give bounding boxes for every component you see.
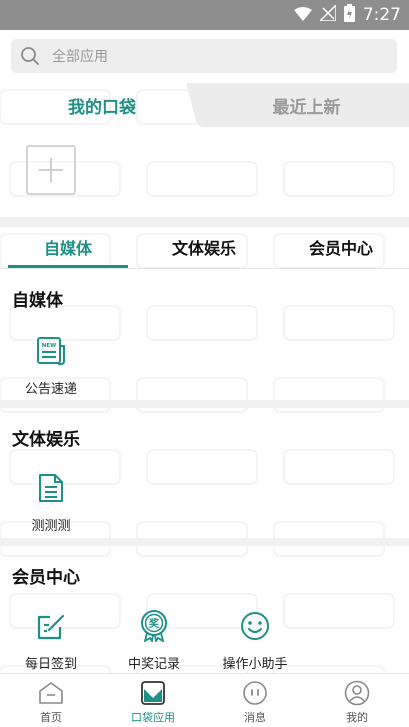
home-icon xyxy=(38,680,64,706)
search-bar[interactable]: 全部应用 xyxy=(11,39,397,73)
pocket-icon xyxy=(140,680,166,706)
my-pocket-area xyxy=(0,127,409,217)
award-badge-text: 奖 xyxy=(149,617,160,630)
pocket-tabs: 我的口袋 最近上新 xyxy=(0,83,409,127)
battery-icon xyxy=(343,4,355,26)
profile-icon xyxy=(344,680,370,706)
document-icon xyxy=(34,471,68,505)
add-app-button[interactable] xyxy=(26,145,76,195)
app-label: 中奖记录 xyxy=(127,657,180,672)
search-icon xyxy=(20,46,40,66)
no-signal-icon xyxy=(318,3,337,25)
nav-label: 首页 xyxy=(40,711,62,724)
status-bar: 7:27 xyxy=(0,0,409,30)
award-icon: 奖 xyxy=(137,609,171,643)
bottom-navigation: 首页 口袋应用 消息 我的 xyxy=(0,673,409,727)
tab-recent-new[interactable]: 最近上新 xyxy=(204,83,409,127)
active-tab-indicator xyxy=(8,265,128,268)
plus-icon xyxy=(39,158,63,182)
section-title: 文体娱乐 xyxy=(12,430,80,450)
app-label: 每日签到 xyxy=(24,657,77,672)
nav-messages[interactable]: 消息 xyxy=(215,674,295,727)
tab-member-center[interactable]: 会员中心 xyxy=(278,227,404,267)
section-divider xyxy=(0,400,409,408)
tab-entertainment[interactable]: 文体娱乐 xyxy=(140,227,268,267)
section-self-media: 自媒体 NEW 公告速递 xyxy=(0,286,409,400)
section-divider xyxy=(0,538,409,546)
nav-label: 口袋应用 xyxy=(131,711,175,724)
tab-self-media[interactable]: 自媒体 xyxy=(8,227,128,267)
app-announcements[interactable]: NEW 公告速递 xyxy=(6,334,96,397)
search-placeholder: 全部应用 xyxy=(52,49,108,65)
app-label: 测测测 xyxy=(31,519,71,534)
nav-home[interactable]: 首页 xyxy=(11,674,91,727)
section-member-center: 会员中心 每日签到 奖 中奖记录 操作小助手 xyxy=(0,563,409,673)
status-time: 7:27 xyxy=(362,5,401,25)
nav-label: 我的 xyxy=(346,711,368,724)
app-operation-assistant[interactable]: 操作小助手 xyxy=(210,609,300,672)
category-tabs: 自媒体 文体娱乐 会员中心 xyxy=(0,227,409,269)
edit-icon xyxy=(34,609,68,643)
section-divider xyxy=(0,217,409,227)
section-entertainment: 文体娱乐 测测测 xyxy=(0,425,409,538)
news-icon: NEW xyxy=(34,334,68,368)
wifi-icon xyxy=(293,6,312,25)
section-title: 自媒体 xyxy=(12,291,63,311)
message-icon xyxy=(242,680,268,706)
app-prize-record[interactable]: 奖 中奖记录 xyxy=(109,609,199,672)
nav-profile[interactable]: 我的 xyxy=(317,674,397,727)
app-label: 操作小助手 xyxy=(222,657,288,672)
app-quiz[interactable]: 测测测 xyxy=(6,471,96,534)
section-title: 会员中心 xyxy=(12,568,80,588)
app-label: 公告速递 xyxy=(24,382,77,397)
app-daily-checkin[interactable]: 每日签到 xyxy=(6,609,96,672)
status-icons: 7:27 xyxy=(293,3,401,26)
tab-my-pocket[interactable]: 我的口袋 xyxy=(0,83,204,127)
new-badge: NEW xyxy=(42,343,56,349)
smile-icon xyxy=(238,609,272,643)
nav-label: 消息 xyxy=(244,711,266,724)
nav-pocket-apps[interactable]: 口袋应用 xyxy=(113,674,193,727)
